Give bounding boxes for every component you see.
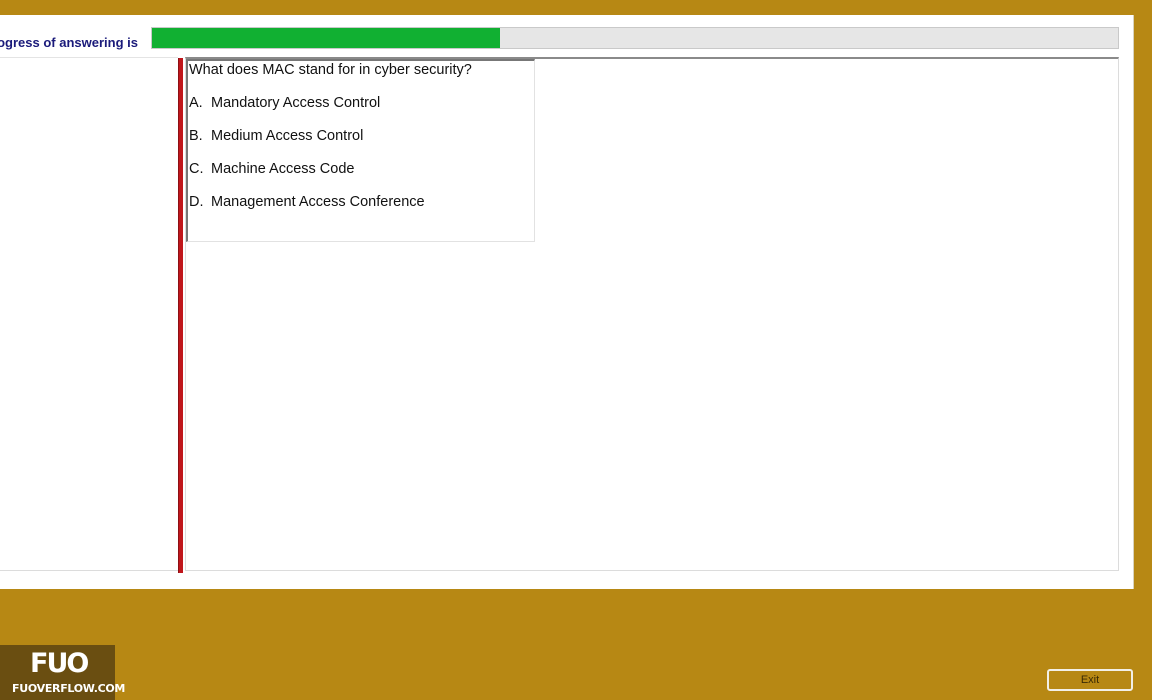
option-text: Management Access Conference [211, 194, 425, 210]
question-text: What does MAC stand for in cyber securit… [189, 62, 472, 78]
site-logo: FUO FUOVERFLOW.COM [0, 645, 125, 700]
left-pane [0, 57, 178, 571]
option-text: Mandatory Access Control [211, 95, 381, 111]
option-c[interactable]: C. Machine Access Code [189, 161, 354, 177]
option-a[interactable]: A. Mandatory Access Control [189, 95, 380, 111]
option-d[interactable]: D. Management Access Conference [189, 194, 425, 210]
logo-url: FUOVERFLOW.COM [12, 682, 126, 695]
option-letter: C. [189, 161, 204, 177]
progress-bar-fill [152, 28, 500, 48]
option-text: Medium Access Control [211, 128, 364, 144]
pane-splitter[interactable] [178, 58, 183, 573]
question-box [186, 59, 535, 242]
logo-mark: FUO [30, 648, 89, 679]
option-text: Machine Access Code [211, 161, 355, 177]
option-b[interactable]: B. Medium Access Control [189, 128, 363, 144]
progress-bar [151, 27, 1119, 49]
main-panel: Progress of answering is What does MAC s… [0, 15, 1134, 589]
option-letter: B. [189, 128, 203, 144]
progress-label: Progress of answering is [0, 35, 138, 50]
option-letter: A. [189, 95, 203, 111]
exit-button[interactable]: Exit [1047, 669, 1133, 691]
option-letter: D. [189, 194, 204, 210]
